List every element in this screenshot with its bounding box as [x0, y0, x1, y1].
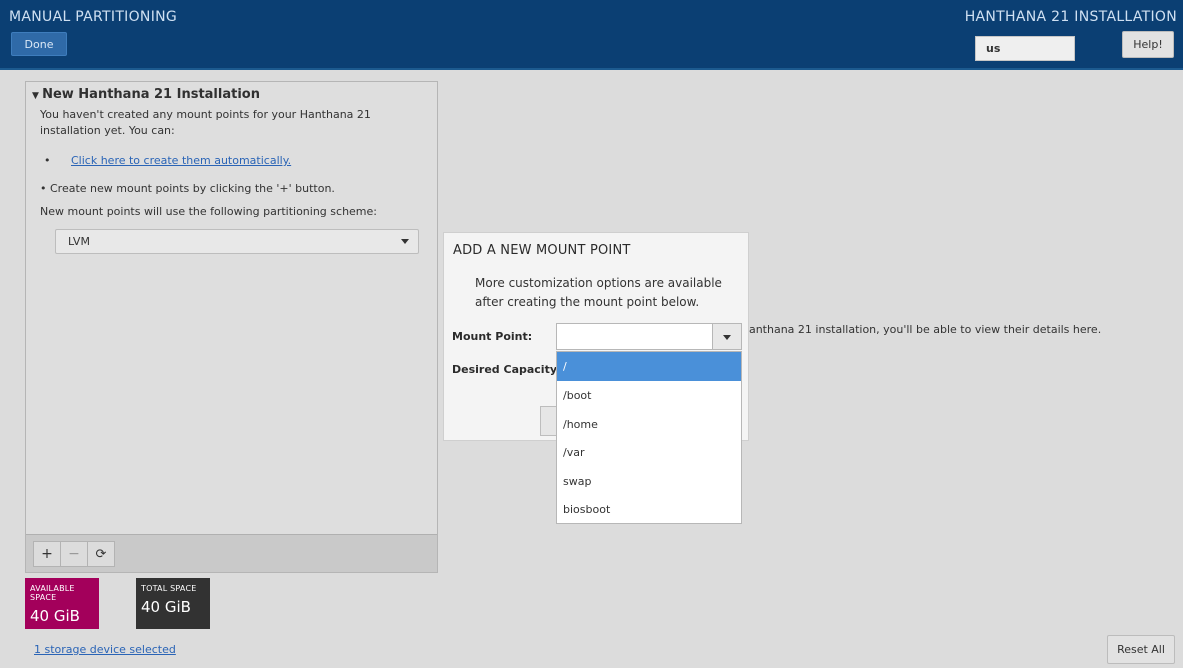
- bullet-dot: •: [44, 154, 51, 167]
- bullet-dot: •: [40, 182, 50, 195]
- installer-window: MANUAL PARTITIONING Done HANTHANA 21 INS…: [0, 0, 1183, 668]
- option-home[interactable]: /home: [557, 410, 741, 439]
- mount-point-toolbar: + − ⟳: [26, 534, 437, 572]
- keyboard-layout-indicator[interactable]: us: [975, 36, 1075, 61]
- intro-text-line-2: installation yet. You can:: [40, 124, 175, 137]
- page-title: MANUAL PARTITIONING: [9, 9, 178, 25]
- option-biosboot[interactable]: biosboot: [557, 495, 741, 524]
- chevron-down-icon: [401, 239, 409, 244]
- expander-triangle-icon: ▼: [32, 91, 43, 101]
- mount-point-dropdown-button[interactable]: [712, 323, 742, 350]
- partitioning-scheme-dropdown[interactable]: LVM: [55, 229, 419, 254]
- storage-devices-link[interactable]: 1 storage device selected: [34, 643, 176, 656]
- details-placeholder-text: hanthana 21 installation, you'll be able…: [742, 323, 1102, 336]
- mount-point-options-list: / /boot /home /var swap biosboot: [556, 351, 742, 524]
- mount-point-label: Mount Point:: [452, 330, 533, 343]
- create-hint-text: Create new mount points by clicking the …: [50, 182, 335, 195]
- scheme-text: New mount points will use the following …: [40, 205, 377, 218]
- chevron-down-icon: [723, 335, 731, 340]
- refresh-button[interactable]: ⟳: [87, 541, 115, 567]
- desired-capacity-label: Desired Capacity:: [452, 363, 562, 376]
- dialog-description: More customization options are available…: [475, 276, 722, 309]
- remove-mount-point-button[interactable]: −: [60, 541, 88, 567]
- available-space-label: AVAILABLE SPACE: [30, 584, 75, 602]
- product-title: HANTHANA 21 INSTALLATION: [964, 9, 1177, 25]
- bullet-create-hint: • Create new mount points by clicking th…: [40, 180, 335, 197]
- reset-all-button[interactable]: Reset All: [1107, 635, 1175, 664]
- mount-points-panel: ▼ New Hanthana 21 Installation You haven…: [25, 81, 438, 573]
- add-mount-point-button[interactable]: +: [33, 541, 61, 567]
- scheme-value: LVM: [68, 235, 90, 248]
- mount-point-input[interactable]: [556, 323, 714, 350]
- option-root[interactable]: /: [557, 352, 741, 381]
- option-var[interactable]: /var: [557, 438, 741, 467]
- help-button[interactable]: Help!: [1122, 31, 1174, 58]
- done-button[interactable]: Done: [11, 32, 67, 56]
- installation-heading[interactable]: ▼ New Hanthana 21 Installation: [32, 87, 260, 102]
- header-bar: MANUAL PARTITIONING Done HANTHANA 21 INS…: [0, 0, 1183, 70]
- dialog-title: ADD A NEW MOUNT POINT: [453, 243, 631, 258]
- option-swap[interactable]: swap: [557, 467, 741, 496]
- auto-create-link[interactable]: Click here to create them automatically.: [71, 152, 291, 169]
- intro-text-line-1: You haven't created any mount points for…: [40, 108, 371, 121]
- total-space-badge: TOTAL SPACE 40 GiB: [136, 578, 210, 629]
- total-space-value: 40 GiB: [141, 598, 191, 616]
- total-space-label: TOTAL SPACE: [141, 584, 197, 593]
- option-boot[interactable]: /boot: [557, 381, 741, 410]
- installation-heading-label: New Hanthana 21 Installation: [42, 87, 260, 102]
- available-space-badge: AVAILABLE SPACE 40 GiB: [25, 578, 99, 629]
- available-space-value: 40 GiB: [30, 607, 80, 625]
